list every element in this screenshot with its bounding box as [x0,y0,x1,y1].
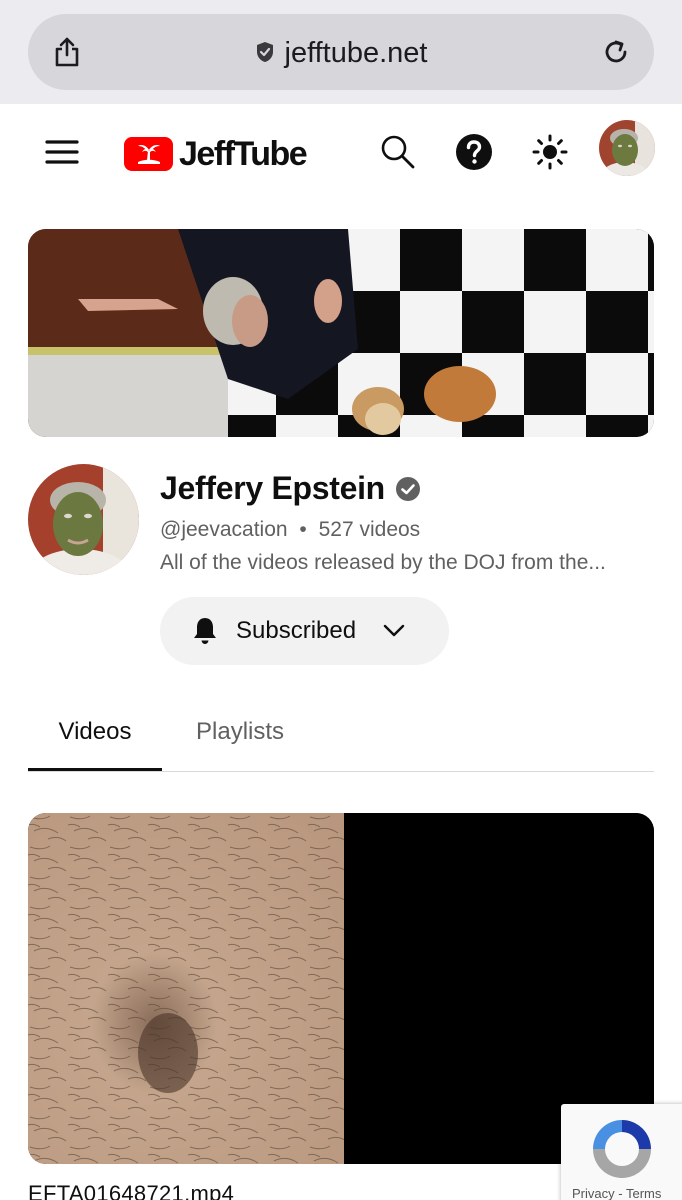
video-count: 527 videos [318,518,421,541]
address-bar[interactable]: jefftube.net [28,14,654,90]
shield-check-icon [256,41,273,62]
verified-badge-icon [395,476,420,501]
tab-videos[interactable]: Videos [28,718,162,771]
app-header: JeffTube [0,104,682,204]
url-text: jefftube.net [284,37,428,69]
channel-tabs: Videos Playlists [28,700,654,772]
channel-name-text: Jeffery Epstein [160,470,385,506]
logo-text: JeffTube [179,134,308,173]
channel-name: Jeffery Epstein [160,470,421,507]
browser-toolbar: jefftube.net [0,0,682,104]
search-icon[interactable] [378,132,418,172]
jefftube-logo[interactable]: JeffTube [124,134,308,174]
menu-icon[interactable] [44,134,80,170]
channel-banner [28,229,654,437]
recaptcha-icon [593,1120,651,1178]
terms-link[interactable]: Terms [626,1186,661,1200]
palm-tree-logo-icon [124,137,173,171]
recaptcha-separator: - [618,1186,623,1200]
chevron-down-icon [383,624,405,637]
help-icon[interactable] [454,132,494,172]
theme-sun-icon[interactable] [530,132,570,172]
channel-handle: @jeevacation [160,518,288,541]
recaptcha-badge[interactable]: Privacy - Terms [561,1104,682,1200]
tab-playlists[interactable]: Playlists [196,718,284,746]
user-avatar[interactable] [599,120,655,176]
channel-meta: @jeevacation • 527 videos [160,518,420,542]
video-title[interactable]: EFTA01648721.mp4 [28,1181,234,1200]
subscribed-button[interactable]: Subscribed [160,597,449,665]
channel-avatar[interactable] [28,464,139,575]
reload-icon[interactable] [602,38,630,66]
subscribed-label: Subscribed [236,617,357,644]
bell-icon [194,618,216,644]
url-display[interactable]: jefftube.net [28,36,654,70]
privacy-link[interactable]: Privacy [572,1186,615,1200]
channel-description[interactable]: All of the videos released by the DOJ fr… [160,551,640,575]
meta-separator: • [299,518,307,541]
recaptcha-links: Privacy - Terms [572,1186,661,1200]
